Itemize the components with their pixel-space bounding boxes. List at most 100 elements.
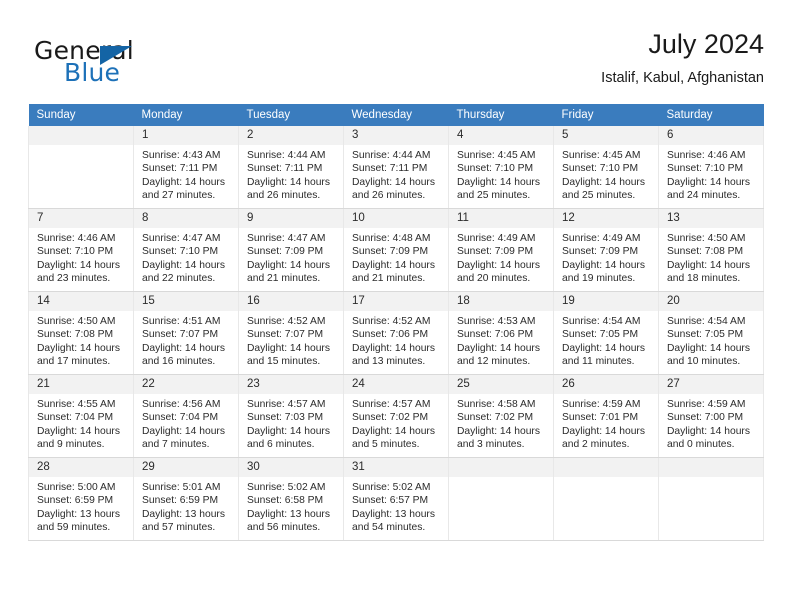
day-number: 31 (344, 458, 448, 477)
day-details: Sunrise: 4:47 AM Sunset: 7:10 PM Dayligh… (134, 228, 238, 286)
sunset-text: Sunset: 7:03 PM (247, 412, 324, 424)
daylight-text-line2: and 19 minutes. (562, 273, 636, 285)
daylight-text-line2: and 25 minutes. (562, 190, 636, 202)
daylight-text-line1: Daylight: 14 hours (247, 342, 330, 354)
sunrise-text: Sunrise: 4:56 AM (142, 399, 221, 410)
sunrise-text: Sunrise: 4:47 AM (142, 233, 221, 244)
day-cell[interactable]: 3 Sunrise: 4:44 AM Sunset: 7:11 PM Dayli… (343, 126, 449, 209)
daylight-text-line1: Daylight: 14 hours (457, 425, 540, 437)
day-cell[interactable]: 9 Sunrise: 4:47 AM Sunset: 7:09 PM Dayli… (238, 208, 344, 292)
brand-word-blue: Blue (64, 58, 121, 87)
day-cell[interactable]: 1 Sunrise: 4:43 AM Sunset: 7:11 PM Dayli… (133, 126, 239, 209)
day-cell[interactable]: 20 Sunrise: 4:54 AM Sunset: 7:05 PM Dayl… (658, 291, 764, 375)
day-cell[interactable]: 26 Sunrise: 4:59 AM Sunset: 7:01 PM Dayl… (553, 374, 659, 458)
day-details: Sunrise: 4:45 AM Sunset: 7:10 PM Dayligh… (449, 145, 553, 203)
day-cell[interactable]: 21 Sunrise: 4:55 AM Sunset: 7:04 PM Dayl… (28, 374, 134, 458)
sunrise-text: Sunrise: 5:02 AM (247, 482, 326, 493)
daylight-text-line1: Daylight: 14 hours (142, 176, 225, 188)
daylight-text-line2: and 57 minutes. (142, 522, 216, 534)
daylight-text-line2: and 10 minutes. (667, 356, 741, 368)
day-cell[interactable]: 30 Sunrise: 5:02 AM Sunset: 6:58 PM Dayl… (238, 457, 344, 541)
sunrise-text: Sunrise: 4:54 AM (562, 316, 641, 327)
day-cell[interactable]: 15 Sunrise: 4:51 AM Sunset: 7:07 PM Dayl… (133, 291, 239, 375)
daylight-text-line1: Daylight: 13 hours (37, 508, 120, 520)
sunset-text: Sunset: 7:11 PM (247, 163, 323, 175)
daylight-text-line2: and 6 minutes. (247, 439, 315, 451)
sunrise-text: Sunrise: 4:52 AM (247, 316, 326, 327)
daylight-text-line1: Daylight: 14 hours (352, 176, 435, 188)
daylight-text-line1: Daylight: 14 hours (142, 342, 225, 354)
sunset-text: Sunset: 7:09 PM (247, 246, 324, 258)
day-number: 25 (449, 375, 553, 394)
weekday-header-friday: Friday (553, 104, 659, 126)
daylight-text-line2: and 9 minutes. (37, 439, 105, 451)
day-number: 12 (554, 209, 658, 228)
sunrise-text: Sunrise: 4:45 AM (562, 150, 641, 161)
daylight-text-line2: and 25 minutes. (457, 190, 531, 202)
day-cell[interactable]: 10 Sunrise: 4:48 AM Sunset: 7:09 PM Dayl… (343, 208, 449, 292)
day-cell[interactable]: 28 Sunrise: 5:00 AM Sunset: 6:59 PM Dayl… (28, 457, 134, 541)
day-cell[interactable]: 24 Sunrise: 4:57 AM Sunset: 7:02 PM Dayl… (343, 374, 449, 458)
day-number: 27 (659, 375, 763, 394)
day-cell[interactable]: 4 Sunrise: 4:45 AM Sunset: 7:10 PM Dayli… (448, 126, 554, 209)
day-cell[interactable]: 2 Sunrise: 4:44 AM Sunset: 7:11 PM Dayli… (238, 126, 344, 209)
day-details: Sunrise: 4:58 AM Sunset: 7:02 PM Dayligh… (449, 394, 553, 452)
sunrise-text: Sunrise: 5:01 AM (142, 482, 221, 493)
day-cell[interactable]: 29 Sunrise: 5:01 AM Sunset: 6:59 PM Dayl… (133, 457, 239, 541)
day-cell[interactable]: 12 Sunrise: 4:49 AM Sunset: 7:09 PM Dayl… (553, 208, 659, 292)
sunrise-text: Sunrise: 4:53 AM (457, 316, 536, 327)
day-cell[interactable]: 7 Sunrise: 4:46 AM Sunset: 7:10 PM Dayli… (28, 208, 134, 292)
day-cell[interactable]: 14 Sunrise: 4:50 AM Sunset: 7:08 PM Dayl… (28, 291, 134, 375)
daylight-text-line1: Daylight: 14 hours (667, 259, 750, 271)
daylight-text-line2: and 26 minutes. (247, 190, 321, 202)
day-cell[interactable]: 25 Sunrise: 4:58 AM Sunset: 7:02 PM Dayl… (448, 374, 554, 458)
day-details: Sunrise: 4:47 AM Sunset: 7:09 PM Dayligh… (239, 228, 343, 286)
sunrise-text: Sunrise: 4:45 AM (457, 150, 536, 161)
day-cell[interactable]: 13 Sunrise: 4:50 AM Sunset: 7:08 PM Dayl… (658, 208, 764, 292)
day-cell[interactable]: 6 Sunrise: 4:46 AM Sunset: 7:10 PM Dayli… (658, 126, 764, 209)
day-number: 15 (134, 292, 238, 311)
day-cell[interactable]: 27 Sunrise: 4:59 AM Sunset: 7:00 PM Dayl… (658, 374, 764, 458)
sunset-text: Sunset: 7:09 PM (562, 246, 639, 258)
day-cell[interactable]: 23 Sunrise: 4:57 AM Sunset: 7:03 PM Dayl… (238, 374, 344, 458)
daylight-text-line2: and 2 minutes. (562, 439, 630, 451)
day-cell[interactable]: 22 Sunrise: 4:56 AM Sunset: 7:04 PM Dayl… (133, 374, 239, 458)
page-title: July 2024 (648, 29, 764, 59)
day-cell[interactable]: 17 Sunrise: 4:52 AM Sunset: 7:06 PM Dayl… (343, 291, 449, 375)
calendar-week-row: 28 Sunrise: 5:00 AM Sunset: 6:59 PM Dayl… (28, 457, 764, 541)
day-details: Sunrise: 4:54 AM Sunset: 7:05 PM Dayligh… (659, 311, 763, 369)
day-cell[interactable]: 8 Sunrise: 4:47 AM Sunset: 7:10 PM Dayli… (133, 208, 239, 292)
title-block: July 2024 Istalif, Kabul, Afghanistan (601, 28, 764, 88)
day-cell[interactable]: 18 Sunrise: 4:53 AM Sunset: 7:06 PM Dayl… (448, 291, 554, 375)
day-cell[interactable]: 11 Sunrise: 4:49 AM Sunset: 7:09 PM Dayl… (448, 208, 554, 292)
day-details: Sunrise: 4:57 AM Sunset: 7:03 PM Dayligh… (239, 394, 343, 452)
daylight-text-line1: Daylight: 14 hours (247, 425, 330, 437)
day-number (449, 458, 553, 477)
sunset-text: Sunset: 7:02 PM (457, 412, 534, 424)
weekday-header-wednesday: Wednesday (343, 104, 449, 126)
daylight-text-line2: and 16 minutes. (142, 356, 216, 368)
daylight-text-line1: Daylight: 14 hours (352, 425, 435, 437)
sunrise-text: Sunrise: 4:52 AM (352, 316, 431, 327)
daylight-text-line2: and 17 minutes. (37, 356, 111, 368)
day-cell[interactable]: 31 Sunrise: 5:02 AM Sunset: 6:57 PM Dayl… (343, 457, 449, 541)
daylight-text-line1: Daylight: 14 hours (457, 259, 540, 271)
sunset-text: Sunset: 6:58 PM (247, 495, 324, 507)
sunrise-text: Sunrise: 4:46 AM (37, 233, 116, 244)
sunrise-text: Sunrise: 4:55 AM (37, 399, 116, 410)
day-cell-empty (553, 457, 659, 541)
daylight-text-line2: and 26 minutes. (352, 190, 426, 202)
day-cell[interactable]: 16 Sunrise: 4:52 AM Sunset: 7:07 PM Dayl… (238, 291, 344, 375)
day-cell[interactable]: 5 Sunrise: 4:45 AM Sunset: 7:10 PM Dayli… (553, 126, 659, 209)
day-number: 22 (134, 375, 238, 394)
brand-logo[interactable]: General Blue (34, 36, 234, 92)
sunset-text: Sunset: 7:07 PM (142, 329, 219, 341)
sunset-text: Sunset: 7:10 PM (37, 246, 114, 258)
daylight-text-line2: and 20 minutes. (457, 273, 531, 285)
daylight-text-line2: and 27 minutes. (142, 190, 216, 202)
day-details: Sunrise: 4:50 AM Sunset: 7:08 PM Dayligh… (29, 311, 133, 369)
day-details: Sunrise: 4:55 AM Sunset: 7:04 PM Dayligh… (29, 394, 133, 452)
day-cell[interactable]: 19 Sunrise: 4:54 AM Sunset: 7:05 PM Dayl… (553, 291, 659, 375)
sunrise-text: Sunrise: 4:57 AM (352, 399, 431, 410)
day-number (554, 458, 658, 477)
